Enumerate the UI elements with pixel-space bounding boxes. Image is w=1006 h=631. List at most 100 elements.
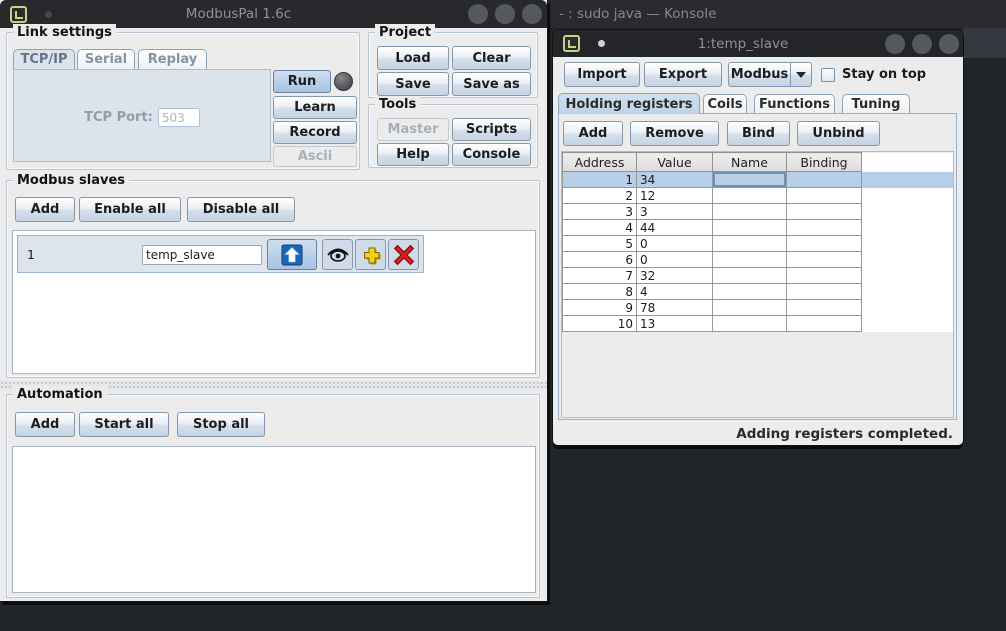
tab-holding-registers[interactable]: Holding registers (558, 93, 700, 114)
header-value[interactable]: Value (637, 153, 713, 172)
desktop: - : sudo java — Konsole ModbusPal 1.6c L… (0, 0, 1006, 631)
table-row[interactable]: 9 78 (563, 300, 955, 316)
slave-view-button[interactable] (322, 239, 353, 270)
tab-functions[interactable]: Functions (754, 94, 835, 114)
window-minimize-button[interactable] (885, 34, 905, 54)
automation-list (12, 446, 536, 593)
header-binding[interactable]: Binding (787, 153, 862, 172)
register-remove-button[interactable]: Remove (630, 121, 719, 146)
tab-tcpip[interactable]: TCP/IP (13, 49, 75, 69)
tab-coils[interactable]: Coils (703, 94, 747, 114)
automation-add-button[interactable]: Add (15, 412, 75, 437)
window-minimize-button[interactable] (468, 4, 488, 24)
run-button[interactable]: Run (273, 70, 331, 93)
mode-combobox-value: Modbus (729, 67, 790, 82)
window-title: ModbusPal 1.6c (0, 6, 477, 22)
modbus-slaves-group: Modbus slaves Add Enable all Disable all… (6, 180, 540, 378)
tcp-port-field[interactable] (158, 108, 200, 127)
register-unbind-button[interactable]: Unbind (797, 121, 880, 146)
konsole-toolbar-strip (963, 28, 1006, 58)
register-bind-button[interactable]: Bind (727, 121, 790, 146)
window-maximize-button[interactable] (912, 34, 932, 54)
window-close-button[interactable] (939, 34, 959, 54)
registers-table[interactable]: Address Value Name Binding 1 34 (562, 152, 954, 332)
slave-enable-toggle[interactable] (267, 239, 317, 270)
scripts-button[interactable]: Scripts (452, 118, 531, 141)
tab-tcpip-label: TCP/IP (20, 52, 67, 67)
save-as-button[interactable]: Save as (452, 72, 531, 96)
register-add-label: Add (579, 126, 608, 141)
window-maximize-button[interactable] (495, 4, 515, 24)
clear-label: Clear (473, 51, 511, 66)
record-button[interactable]: Record (273, 121, 357, 144)
tab-functions-label: Functions (759, 97, 830, 112)
slave-list: 1 (12, 230, 536, 374)
table-row[interactable]: 2 12 (563, 188, 955, 204)
header-filler (862, 153, 955, 172)
table-row[interactable]: 5 0 (563, 236, 955, 252)
record-label: Record (289, 125, 340, 140)
stay-on-top-checkbox[interactable] (821, 68, 835, 82)
start-all-button[interactable]: Start all (79, 412, 169, 437)
table-row[interactable]: 6 0 (563, 252, 955, 268)
window-close-button[interactable] (522, 4, 542, 24)
disable-all-button[interactable]: Disable all (187, 197, 295, 222)
learn-button[interactable]: Learn (273, 96, 357, 119)
tab-replay[interactable]: Replay (138, 49, 207, 69)
save-as-label: Save as (463, 77, 519, 92)
slave-duplicate-button[interactable] (355, 239, 386, 270)
up-arrow-icon (280, 243, 304, 267)
automation-title: Automation (13, 386, 107, 403)
help-label: Help (396, 147, 429, 162)
registers-scrollpane[interactable]: Address Value Name Binding 1 34 (561, 151, 954, 418)
import-label: Import (577, 67, 626, 82)
header-name[interactable]: Name (713, 153, 787, 172)
tab-serial[interactable]: Serial (77, 49, 135, 69)
export-button[interactable]: Export (644, 62, 722, 87)
eye-icon (326, 247, 350, 263)
stop-all-button[interactable]: Stop all (177, 412, 265, 437)
load-button[interactable]: Load (377, 46, 449, 70)
slave-add-label: Add (31, 202, 60, 217)
konsole-titlebar[interactable]: - : sudo java — Konsole (551, 0, 1006, 28)
table-row[interactable]: 10 13 (563, 316, 955, 332)
learn-label: Learn (294, 100, 336, 115)
import-button[interactable]: Import (564, 62, 640, 87)
tab-tuning[interactable]: Tuning (842, 94, 910, 114)
slave-add-button[interactable]: Add (15, 197, 75, 222)
slave-editor-window: 1:temp_slave Import Export Modbus (553, 30, 963, 445)
table-row[interactable]: 7 32 (563, 268, 955, 284)
link-settings-title: Link settings (13, 24, 116, 41)
slave-editor-body: Import Export Modbus Stay on top Holding… (553, 57, 963, 445)
register-add-button[interactable]: Add (563, 121, 623, 146)
automation-add-label: Add (31, 417, 60, 432)
header-address[interactable]: Address (563, 153, 637, 172)
slave-delete-button[interactable] (388, 239, 419, 270)
enable-all-button[interactable]: Enable all (79, 197, 181, 222)
table-row[interactable]: 8 4 (563, 284, 955, 300)
disable-all-label: Disable all (203, 202, 280, 217)
save-button[interactable]: Save (377, 72, 449, 96)
ascii-label: Ascii (298, 149, 332, 164)
tcp-port-label: TCP Port: (84, 110, 153, 125)
tab-replay-label: Replay (148, 52, 197, 67)
slave-editor-titlebar[interactable]: 1:temp_slave (553, 30, 963, 57)
slave-name-field[interactable] (142, 245, 262, 265)
save-label: Save (395, 77, 430, 92)
console-button[interactable]: Console (452, 143, 531, 166)
help-button[interactable]: Help (377, 143, 449, 166)
automation-group: Automation Add Start all Stop all (6, 394, 540, 598)
table-row[interactable]: 3 3 (563, 204, 955, 220)
mode-combobox[interactable]: Modbus (728, 62, 812, 87)
clear-button[interactable]: Clear (452, 46, 531, 70)
tab-holding-registers-label: Holding registers (565, 97, 692, 112)
focused-cell[interactable] (713, 172, 787, 188)
combobox-arrow-button[interactable] (790, 63, 811, 86)
load-label: Load (395, 51, 430, 66)
enable-all-label: Enable all (94, 202, 166, 217)
table-row[interactable]: 4 44 (563, 220, 955, 236)
table-row[interactable]: 1 34 (563, 172, 955, 188)
master-button: Master (377, 118, 449, 141)
slave-row[interactable]: 1 (17, 235, 424, 273)
start-all-label: Start all (94, 417, 153, 432)
